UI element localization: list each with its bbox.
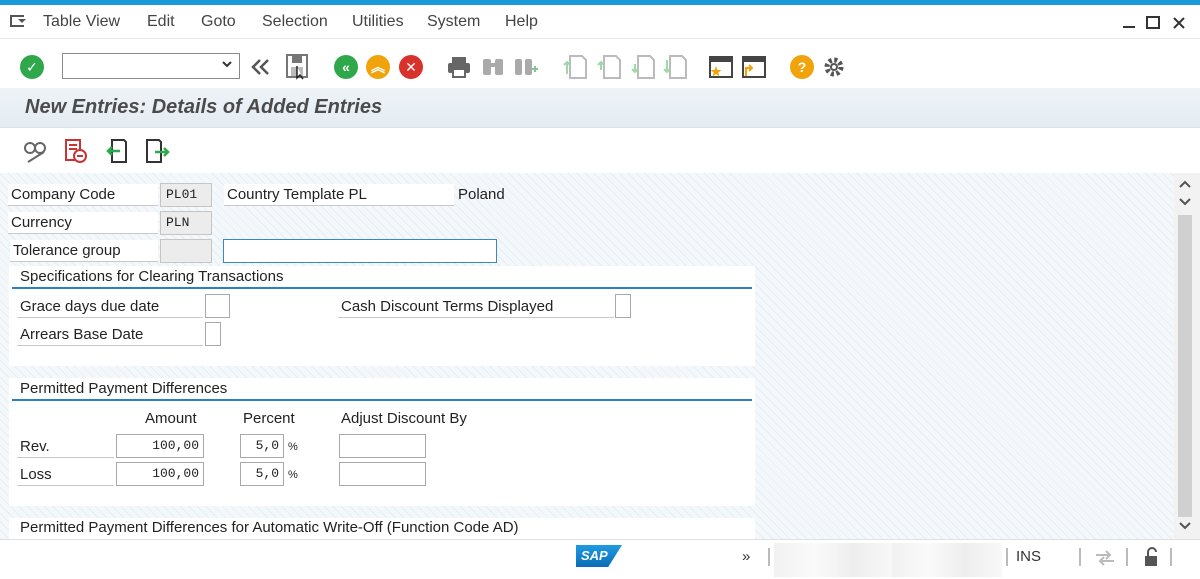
maximize-icon[interactable] xyxy=(1146,16,1160,30)
enter-icon[interactable]: ✓ xyxy=(19,54,45,80)
payment-differences-title: Permitted Payment Differences xyxy=(20,380,228,397)
minimize-icon[interactable] xyxy=(1122,19,1136,29)
company-name-text: Country Template PL xyxy=(224,184,454,206)
previous-page-icon[interactable] xyxy=(596,54,622,80)
menu-utilities[interactable]: Utilities xyxy=(352,13,404,31)
arrears-base-date-checkbox[interactable] xyxy=(205,322,221,346)
percent-sign: % xyxy=(288,441,298,453)
back-icon[interactable]: « xyxy=(333,54,359,80)
help-icon[interactable]: ? xyxy=(789,54,815,80)
menu-toggle-icon[interactable] xyxy=(10,14,28,28)
vertical-scrollbar[interactable] xyxy=(1174,173,1200,539)
close-icon[interactable] xyxy=(1172,16,1186,30)
status-separator xyxy=(1126,548,1128,566)
back-history-icon[interactable] xyxy=(248,54,274,80)
find-icon[interactable] xyxy=(480,54,506,80)
revenue-amount-input[interactable]: 100,00 xyxy=(116,434,204,458)
menu-system[interactable]: System xyxy=(427,13,480,31)
blurred-server-info xyxy=(892,543,1002,577)
status-separator xyxy=(1170,548,1172,566)
connection-icon xyxy=(1096,550,1114,566)
company-code-label: Company Code xyxy=(8,184,158,206)
delete-icon[interactable] xyxy=(63,138,89,164)
grace-days-label: Grace days due date xyxy=(17,296,203,318)
menu-table-view[interactable]: Table View xyxy=(43,13,120,31)
auto-writeoff-title: Permitted Payment Differences for Automa… xyxy=(20,519,519,536)
menu-help[interactable]: Help xyxy=(505,13,538,31)
currency-field: PLN xyxy=(160,211,212,235)
page-title: New Entries: Details of Added Entries xyxy=(25,96,383,118)
previous-entry-icon[interactable] xyxy=(104,138,130,164)
chevron-down-icon[interactable] xyxy=(221,57,233,71)
arrears-base-date-label: Arrears Base Date xyxy=(17,324,203,346)
create-session-icon[interactable] xyxy=(708,54,734,80)
print-icon[interactable] xyxy=(446,54,472,80)
scroll-up-icon[interactable] xyxy=(1178,179,1192,189)
next-page-icon[interactable] xyxy=(630,54,656,80)
loss-adjust-input[interactable] xyxy=(339,462,426,486)
status-expand-icon[interactable]: » xyxy=(742,548,750,565)
command-field[interactable] xyxy=(62,53,240,79)
company-country-text: Poland xyxy=(458,186,505,203)
status-separator xyxy=(1079,548,1081,566)
clearing-specifications-title: Specifications for Clearing Transactions xyxy=(20,268,284,285)
adjust-discount-column-header: Adjust Discount By xyxy=(341,410,467,427)
last-page-icon[interactable] xyxy=(662,54,688,80)
scroll-thumb[interactable] xyxy=(1178,215,1192,517)
revenue-percent-input[interactable]: 5,0 xyxy=(240,434,284,458)
group-divider xyxy=(12,287,752,289)
create-shortcut-icon[interactable] xyxy=(741,54,767,80)
menu-edit[interactable]: Edit xyxy=(147,13,175,31)
cancel-icon[interactable]: ✕ xyxy=(398,54,424,80)
menu-bar: Table View Edit Goto Selection Utilities… xyxy=(0,5,1200,39)
scroll-down-icon[interactable] xyxy=(1178,197,1192,207)
amount-column-header: Amount xyxy=(145,410,197,427)
loss-amount-input[interactable]: 100,00 xyxy=(116,462,204,486)
tolerance-group-label: Tolerance group xyxy=(10,240,158,262)
menu-goto[interactable]: Goto xyxy=(201,13,236,31)
lock-icon xyxy=(1145,547,1157,566)
exit-icon[interactable]: ︽ xyxy=(365,54,391,80)
customize-layout-icon[interactable] xyxy=(822,54,848,80)
loss-row-label: Loss xyxy=(17,464,114,486)
percent-column-header: Percent xyxy=(243,410,295,427)
insert-mode-indicator: INS xyxy=(1016,548,1042,565)
tolerance-group-field[interactable] xyxy=(160,239,212,263)
percent-sign: % xyxy=(288,469,298,481)
save-icon[interactable] xyxy=(284,54,310,80)
status-separator xyxy=(1006,548,1008,566)
revenue-row-label: Rev. xyxy=(17,436,114,458)
currency-label: Currency xyxy=(8,212,158,234)
cash-discount-label: Cash Discount Terms Displayed xyxy=(338,296,614,318)
company-code-field: PL01 xyxy=(160,183,212,207)
status-separator xyxy=(768,548,770,566)
display-change-icon[interactable] xyxy=(22,138,48,164)
tolerance-group-description-input[interactable] xyxy=(223,239,497,263)
blurred-system-info xyxy=(774,543,894,577)
first-page-icon[interactable] xyxy=(562,54,588,80)
grace-days-input[interactable] xyxy=(205,294,230,318)
group-divider xyxy=(12,399,752,401)
find-next-icon[interactable] xyxy=(512,54,538,80)
scroll-bottom-down-icon[interactable] xyxy=(1178,521,1192,531)
next-entry-icon[interactable] xyxy=(145,138,171,164)
application-toolbar xyxy=(0,129,1200,173)
loss-percent-input[interactable]: 5,0 xyxy=(240,462,284,486)
menu-selection[interactable]: Selection xyxy=(262,13,328,31)
cash-discount-checkbox[interactable] xyxy=(615,294,631,318)
revenue-adjust-input[interactable] xyxy=(339,434,426,458)
